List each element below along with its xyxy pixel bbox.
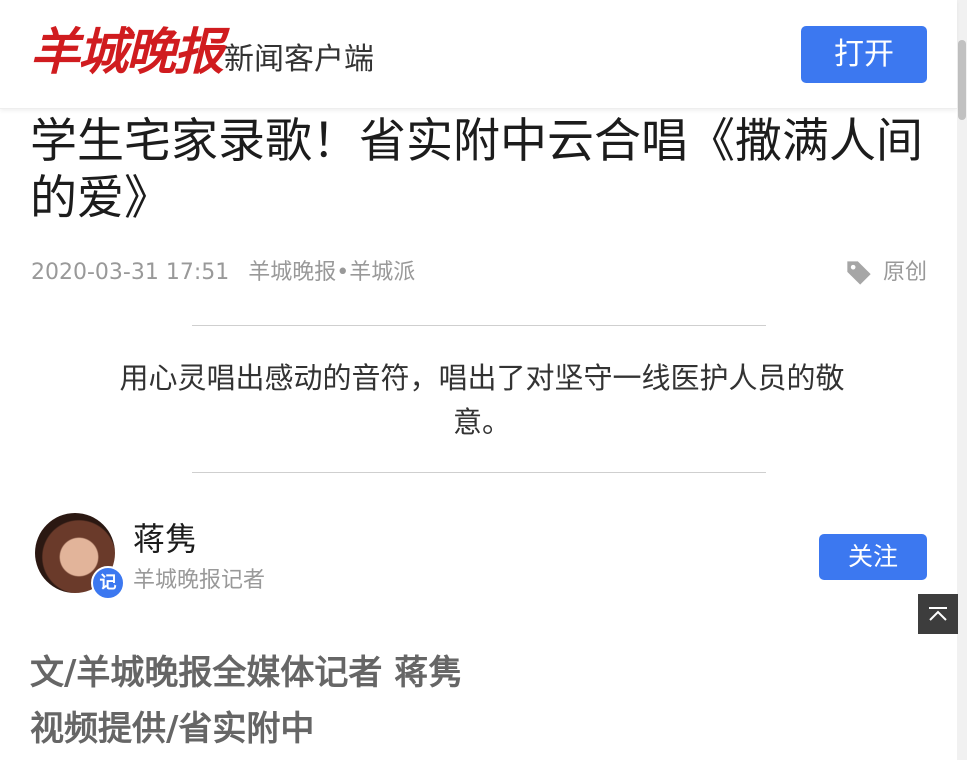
divider-top: [192, 325, 766, 326]
article-title: 学生宅家录歌！省实附中云合唱《撒满人间的爱》: [30, 114, 923, 226]
original-text: 原创: [882, 260, 927, 285]
article-summary: 用心灵唱出感动的音符，唱出了对坚守一线医护人员的敬意。: [119, 361, 845, 439]
author-title: 羊城晚报记者: [133, 568, 266, 593]
tag-icon: [847, 261, 871, 285]
scrollbar[interactable]: [957, 0, 967, 760]
app-banner: 羊城晚报 新闻客户端 打开: [0, 0, 957, 109]
back-to-top-button[interactable]: [918, 594, 958, 634]
author-name[interactable]: 蒋隽: [133, 518, 197, 560]
body-paragraph: 文/羊城晚报全媒体记者 蒋隽: [30, 653, 463, 693]
logo: 羊城晚报: [30, 22, 224, 81]
follow-button[interactable]: 关注: [819, 534, 927, 580]
open-app-button[interactable]: 打开: [801, 26, 927, 83]
reporter-badge: 记: [91, 566, 125, 600]
scrollbar-thumb[interactable]: [958, 40, 966, 120]
article-source: 羊城晚报•羊城派: [248, 260, 416, 285]
body-paragraph: 视频提供/省实附中: [30, 709, 315, 749]
publish-datetime: 2020-03-31 17:51: [31, 260, 230, 285]
client-label: 新闻客户端: [224, 42, 374, 77]
back-to-top-icon: [929, 607, 947, 621]
divider-bottom: [192, 472, 766, 473]
original-label: 原创: [845, 258, 927, 288]
article-meta: 2020-03-31 17:51 羊城晚报•羊城派: [31, 258, 427, 288]
